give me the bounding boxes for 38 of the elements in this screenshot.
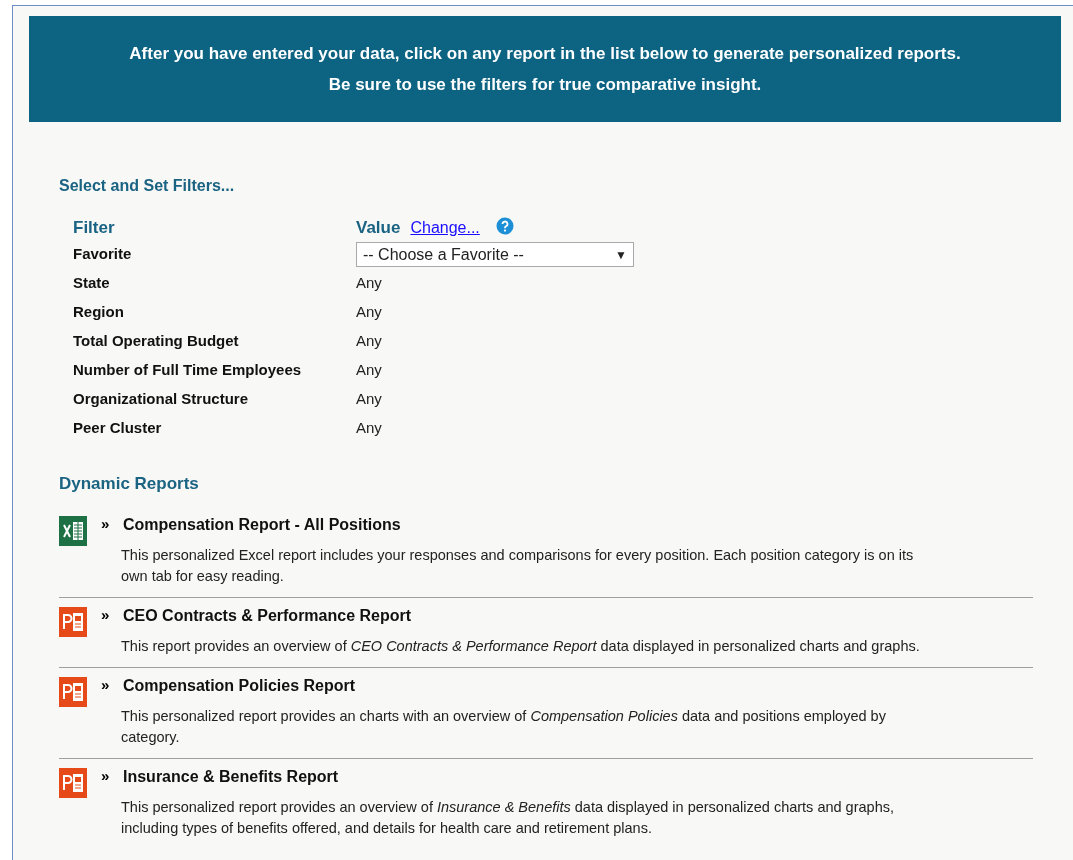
filter-value: Any	[356, 273, 382, 294]
filter-label: Number of Full Time Employees	[73, 360, 303, 381]
report-description: This personalized report provides an charts with an overview of Compensation Policies data and positions employed by category.	[121, 706, 887, 747]
report-link[interactable]: Compensation Report - All Positions	[123, 512, 401, 537]
column-header: Filter	[73, 217, 116, 240]
spreadsheet-icon	[59, 515, 87, 546]
report-link[interactable]: CEO Contracts & Performance Report	[123, 603, 412, 628]
presentation-icon	[59, 676, 87, 707]
bullet-marker: »	[101, 514, 111, 535]
help-icon[interactable]	[495, 217, 514, 235]
filter-label: State	[73, 273, 111, 294]
bullet-marker: »	[101, 766, 111, 787]
filter-label: Organizational Structure	[73, 389, 250, 410]
section-heading: Select and Set Filters...	[59, 176, 236, 196]
filter-value: Any	[356, 418, 382, 439]
bullet-marker: »	[101, 605, 111, 626]
report-description: This personalized report provides an overview of Insurance & Benefits data displayed in personalized charts and graphs, including types of benefits offered, and details for health care and retirement plans.	[121, 797, 895, 838]
filter-value: Any	[356, 331, 382, 352]
presentation-icon	[59, 606, 87, 637]
favorite-select[interactable]: -- Choose a Favorite -- ▼	[356, 242, 634, 267]
banner-text: Be sure to use the filters for true comparative insight.	[328, 74, 762, 96]
report-link[interactable]: Insurance & Benefits Report	[123, 764, 339, 789]
filter-label: Region	[73, 302, 125, 323]
filter-value: Any	[356, 302, 382, 323]
filter-value: Any	[356, 389, 382, 410]
filter-label: Total Operating Budget	[73, 331, 240, 352]
filter-label: Peer Cluster	[73, 418, 163, 439]
column-header: Value	[356, 217, 401, 240]
filter-value: Any	[356, 360, 382, 381]
report-description: This personalized Excel report includes your responses and comparisons for every position. Each position category is on its own tab for easy reading.	[121, 545, 915, 586]
report-description: This report provides an overview of CEO Contracts & Performance Report data displayed in personalized charts and graphs.	[121, 636, 921, 656]
section-heading: Dynamic Reports	[59, 473, 200, 495]
filter-label: Favorite	[73, 244, 133, 265]
report-link[interactable]: Compensation Policies Report	[123, 673, 356, 698]
presentation-icon	[59, 767, 87, 798]
change-link[interactable]: Change...	[410, 216, 480, 240]
bullet-marker: »	[101, 675, 111, 696]
banner-text: After you have entered your data, click on any report in the list below to generate personalized reports.	[129, 42, 961, 65]
